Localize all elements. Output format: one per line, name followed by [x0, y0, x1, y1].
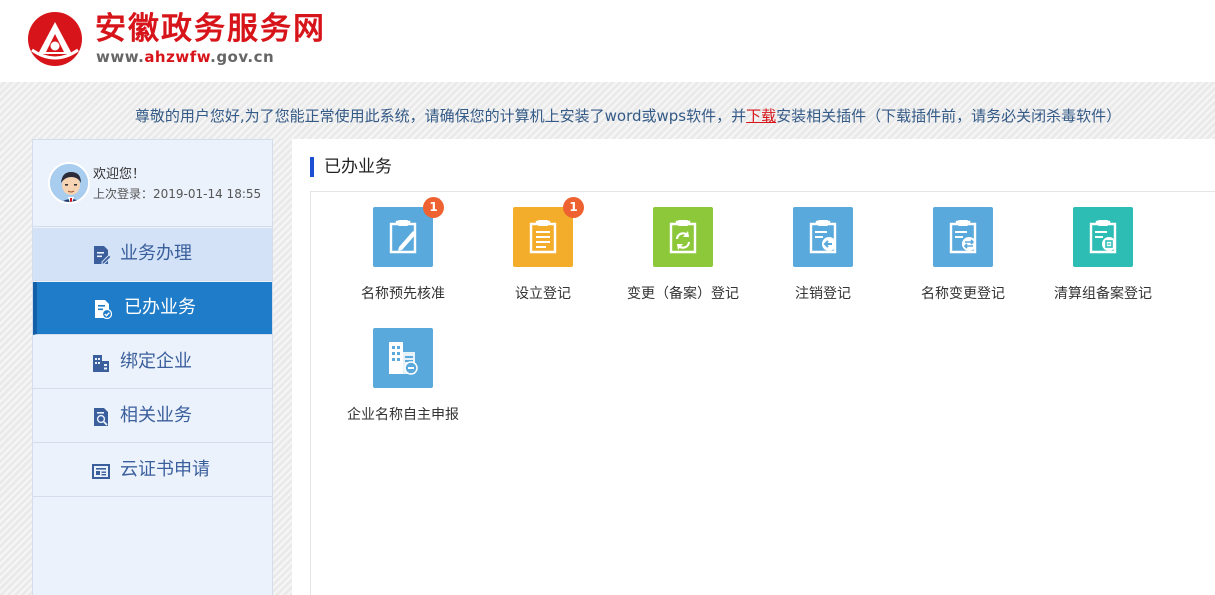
- building-icon: [91, 353, 111, 373]
- notice-text-before: 尊敬的用户您好,为了您能正常使用此系统，请确保您的计算机上安装了word或wps…: [134, 107, 747, 125]
- notice-text-after: 安装相关插件（下载插件前，请务必关闭杀毒软件）: [776, 107, 1122, 125]
- tile-icon-box: [513, 207, 573, 267]
- tile-icon-box: [653, 207, 713, 267]
- main-panel: 已办业务 1 名称预先核准 1 设立登记 变更（备案）登记 注销登记 名称变更登…: [292, 139, 1215, 595]
- title-divider: [310, 191, 1215, 192]
- building-name-icon: [389, 342, 418, 375]
- clipboard-refresh-icon: [669, 220, 697, 254]
- title-accent-bar: [310, 157, 314, 177]
- clipboard-list-icon: [529, 220, 557, 254]
- count-badge: 1: [563, 197, 584, 218]
- site-url-brand: ahzwfw: [144, 48, 211, 66]
- user-avatar-icon: [50, 164, 88, 202]
- count-badge: 1: [423, 197, 444, 218]
- welcome-text: 欢迎您！: [93, 167, 146, 182]
- sidebar-item-completed-business[interactable]: 已办业务: [33, 282, 272, 335]
- clipboard-swap-icon: [949, 220, 977, 254]
- tile-change-filing-registration[interactable]: 变更（备案）登记: [613, 207, 753, 317]
- tile-name-change-registration[interactable]: 名称变更登记: [893, 207, 1033, 317]
- sidebar-item-cloud-certificate[interactable]: 云证书申请: [33, 444, 272, 497]
- tile-icon-box: [1073, 207, 1133, 267]
- logo-icon[interactable]: [26, 10, 84, 68]
- tile-icon-box: [933, 207, 993, 267]
- clipboard-return-icon: [809, 220, 837, 254]
- done-doc-icon: [92, 299, 113, 320]
- sidebar: 欢迎您！ 上次登录：2019-01-14 18:55 业务办理 已办业务 绑定企…: [32, 139, 273, 595]
- download-link[interactable]: 下载: [746, 107, 776, 125]
- clipboard-pen-icon: [389, 220, 417, 254]
- search-doc-icon: [91, 407, 111, 427]
- clipboard-file-icon: [1089, 220, 1117, 254]
- user-card: 欢迎您！ 上次登录：2019-01-14 18:55: [33, 140, 272, 227]
- certificate-icon: [91, 461, 111, 481]
- tile-icon-box: [793, 207, 853, 267]
- page-title: 已办业务: [324, 157, 392, 177]
- site-title: 安徽政务服务网: [95, 11, 326, 47]
- plugin-notice: 尊敬的用户您好,为了您能正常使用此系统，请确保您的计算机上安装了word或wps…: [0, 106, 1215, 126]
- tile-label: 企业名称自主申报: [347, 407, 459, 423]
- sidebar-item-bind-enterprise[interactable]: 绑定企业: [33, 336, 272, 389]
- edit-doc-icon: [91, 245, 112, 265]
- tile-icon-box: [373, 207, 433, 267]
- site-header: 安徽政务服务网 www.ahzwfw.gov.cn: [0, 0, 1215, 82]
- tile-liquidation-group-filing[interactable]: 清算组备案登记: [1033, 207, 1173, 317]
- sidebar-item-label: 已办业务: [124, 297, 196, 318]
- site-url: www.ahzwfw.gov.cn: [96, 48, 274, 66]
- sidebar-item-business-handling[interactable]: 业务办理: [33, 228, 272, 281]
- last-login-text: 上次登录：2019-01-14 18:55: [93, 187, 262, 201]
- site-url-suffix: .gov.cn: [210, 48, 275, 66]
- sidebar-item-label: 相关业务: [120, 405, 192, 426]
- tile-name-pre-approval[interactable]: 1 名称预先核准: [333, 197, 473, 317]
- sidebar-item-label: 绑定企业: [120, 351, 192, 372]
- tile-icon-box: [373, 328, 433, 388]
- tile-establishment-registration[interactable]: 1 设立登记: [473, 197, 613, 317]
- sidebar-item-label: 业务办理: [120, 243, 192, 264]
- sidebar-item-label: 云证书申请: [120, 459, 210, 480]
- sidebar-item-related-business[interactable]: 相关业务: [33, 390, 272, 443]
- avatar: [48, 162, 90, 204]
- tile-enterprise-name-self-declaration[interactable]: 企业名称自主申报: [333, 328, 473, 438]
- tile-deregistration[interactable]: 注销登记: [753, 207, 893, 317]
- site-url-prefix: www.: [96, 48, 145, 66]
- content-border: [310, 191, 311, 595]
- tile-label: 清算组备案登记: [1054, 286, 1152, 302]
